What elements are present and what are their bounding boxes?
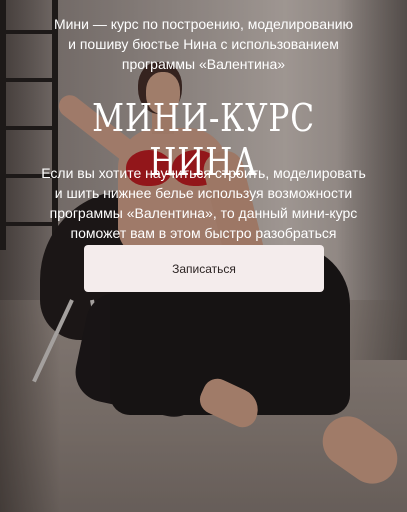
description-line: программы «Валентина», то данный мини-ку… — [49, 205, 358, 221]
description-text: Если вы хотите научиться строить, модели… — [26, 163, 381, 243]
description-line: Если вы хотите научиться строить, модели… — [41, 165, 366, 181]
signup-button[interactable]: Записаться — [84, 245, 324, 292]
intro-line: и пошиву бюстье Нина с использованием — [68, 36, 339, 52]
hero-section: Мини — курс по построению, моделированию… — [0, 0, 407, 512]
description-line: и шить нижнее белье используя возможност… — [54, 185, 353, 201]
description-line: поможет вам в этом быстро разобраться — [70, 225, 337, 241]
intro-line: Мини — курс по построению, моделированию — [53, 16, 354, 32]
intro-text: Мини — курс по построению, моделированию… — [30, 14, 377, 74]
intro-line: программы «Валентина» — [121, 56, 286, 72]
